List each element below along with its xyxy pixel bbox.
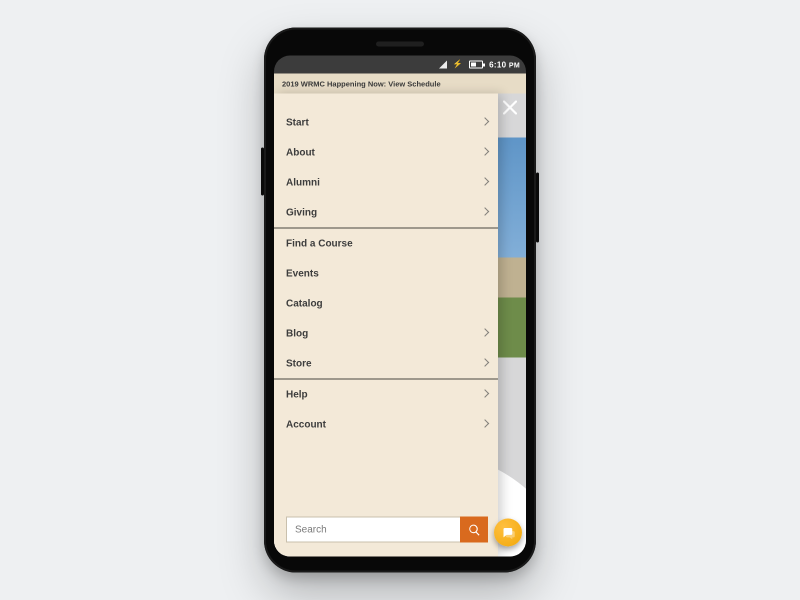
nav-item-label: Account xyxy=(286,419,326,430)
status-time: 6:10 PM xyxy=(489,60,520,69)
nav-item[interactable]: About xyxy=(274,138,498,168)
battery-charging-icon xyxy=(469,61,483,69)
phone-frame: ⚡ 6:10 PM 2019 WRMC Happening Now: View … xyxy=(264,28,536,573)
nav-item[interactable]: Store xyxy=(274,349,498,379)
page-content: 2019 WRMC Happening Now: View Schedule S… xyxy=(274,74,526,557)
nav-item[interactable]: Events xyxy=(274,259,498,289)
close-drawer-button[interactable] xyxy=(500,98,520,118)
nav-menu: Start About Alumni Giving Find a Course Event… xyxy=(274,108,498,440)
phone-speaker xyxy=(376,42,424,47)
nav-item[interactable]: Find a Course xyxy=(274,229,498,259)
nav-item-label: Start xyxy=(286,117,309,128)
nav-item[interactable]: Account xyxy=(274,410,498,440)
nav-item-label: Events xyxy=(286,268,319,279)
nav-item-label: Giving xyxy=(286,207,317,218)
phone-screen: ⚡ 6:10 PM 2019 WRMC Happening Now: View … xyxy=(274,56,526,557)
nav-item-label: Blog xyxy=(286,328,308,339)
chevron-right-icon xyxy=(480,118,490,128)
stage: ⚡ 6:10 PM 2019 WRMC Happening Now: View … xyxy=(0,0,800,600)
nav-item-label: Alumni xyxy=(286,177,320,188)
announcement-bar[interactable]: 2019 WRMC Happening Now: View Schedule xyxy=(274,74,526,94)
chevron-right-icon xyxy=(480,420,490,430)
nav-item[interactable]: Alumni xyxy=(274,168,498,198)
nav-section: Help Account xyxy=(274,379,498,440)
chevron-right-icon xyxy=(480,359,490,369)
wifi-icon xyxy=(439,61,447,69)
chevron-right-icon xyxy=(480,390,490,400)
nav-item[interactable]: Blog xyxy=(274,319,498,349)
nav-item-label: Find a Course xyxy=(286,238,353,249)
chevron-right-icon xyxy=(480,329,490,339)
search-row xyxy=(274,507,498,557)
nav-section: Find a Course Events Catalog Blog Store xyxy=(274,228,498,379)
close-icon xyxy=(503,101,517,115)
nav-item-label: About xyxy=(286,147,315,158)
chat-fab[interactable] xyxy=(494,519,522,547)
announcement-text: 2019 WRMC Happening Now: View Schedule xyxy=(282,79,441,88)
search-input[interactable] xyxy=(286,517,460,543)
nav-item[interactable]: Giving xyxy=(274,198,498,228)
chevron-right-icon xyxy=(480,178,490,188)
nav-item[interactable]: Start xyxy=(274,108,498,138)
chevron-right-icon xyxy=(480,148,490,158)
nav-item-label: Catalog xyxy=(286,298,323,309)
nav-item[interactable]: Catalog xyxy=(274,289,498,319)
search-button[interactable] xyxy=(460,517,488,543)
status-bar: ⚡ 6:10 PM xyxy=(274,56,526,74)
chevron-right-icon xyxy=(480,208,490,218)
chat-icon xyxy=(501,525,516,540)
search-icon xyxy=(468,523,481,536)
nav-section: Start About Alumni Giving xyxy=(274,108,498,228)
nav-item-label: Help xyxy=(286,389,308,400)
nav-item[interactable]: Help xyxy=(274,380,498,410)
battery-bolt-icon: ⚡ xyxy=(453,61,463,69)
nav-drawer: Start About Alumni Giving Find a Course Event… xyxy=(274,94,498,557)
nav-item-label: Store xyxy=(286,358,312,369)
